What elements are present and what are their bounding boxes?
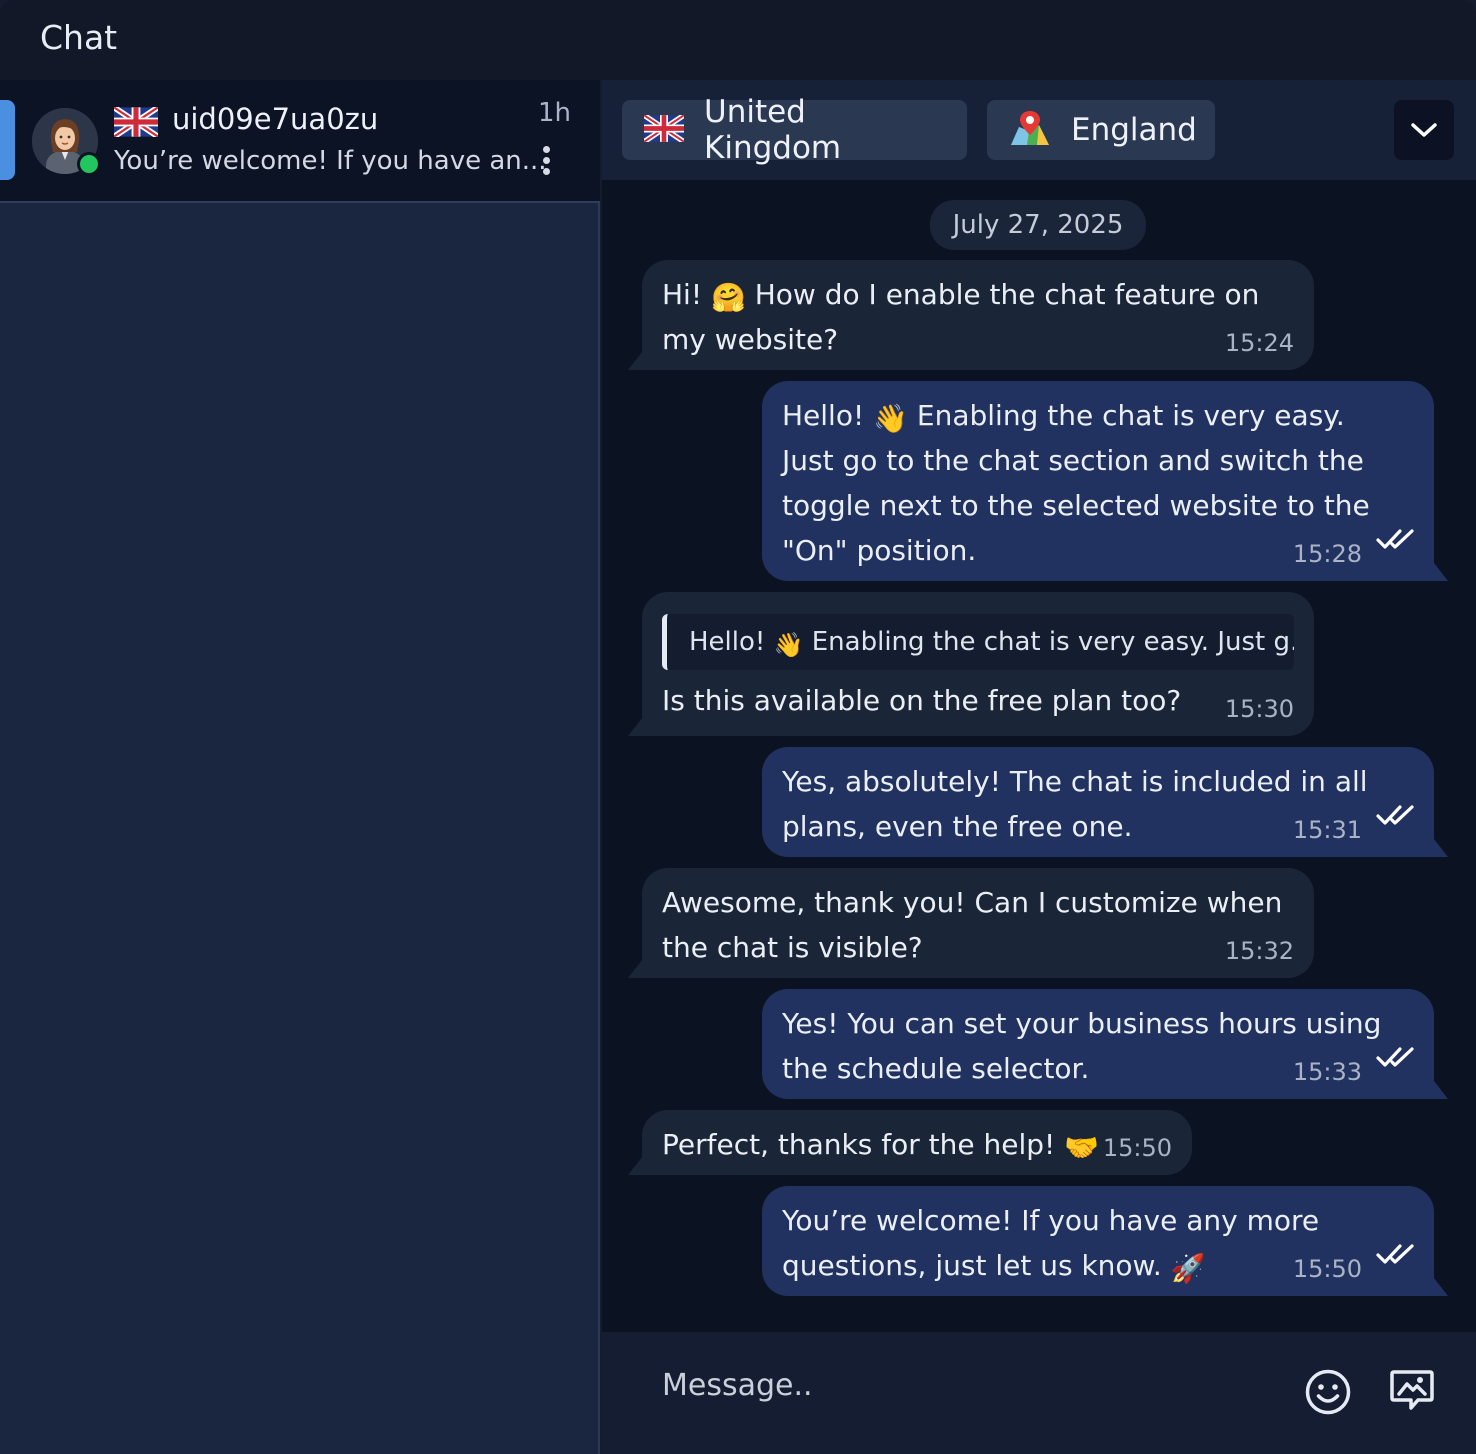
message-outgoing[interactable]: You’re welcome! If you have any more que… <box>762 1186 1448 1296</box>
message-incoming[interactable]: Hello! 👋 Enabling the chat is very easy.… <box>628 592 1314 736</box>
date-separator: July 27, 2025 <box>930 200 1146 250</box>
message-text: Just go to the chat section and switch t… <box>782 444 1364 477</box>
uk-flag-icon <box>642 112 686 146</box>
message-time: 15:50 <box>1102 1134 1172 1162</box>
message-text: questions, just let us know. <box>782 1249 1171 1282</box>
quoted-text: Hello! <box>689 627 774 657</box>
hugging-emoji: 🤗 <box>710 281 746 314</box>
quoted-text: Enabling the chat is very easy. Just g..… <box>803 627 1294 657</box>
message-outgoing[interactable]: Hello! 👋 Enabling the chat is very easy.… <box>762 381 1448 581</box>
quoted-reply[interactable]: Hello! 👋 Enabling the chat is very easy.… <box>662 614 1294 670</box>
chat-panel: United Kingdom England July 27, 2025 Hi!… <box>602 80 1476 1454</box>
country-chip[interactable]: United Kingdom <box>622 94 967 166</box>
image-message-icon[interactable] <box>1388 1366 1436 1418</box>
uk-flag-icon <box>112 104 160 141</box>
message-text: Yes! You can set your business hours usi… <box>782 1007 1382 1040</box>
message-time: 15:28 <box>1292 540 1362 568</box>
message-incoming[interactable]: Perfect, thanks for the help! 🤝 15:50 <box>628 1110 1192 1175</box>
message-outgoing[interactable]: Yes! You can set your business hours usi… <box>762 989 1448 1099</box>
rocket-emoji: 🚀 <box>1170 1252 1206 1285</box>
double-check-icon <box>1376 1233 1416 1278</box>
message-input[interactable]: Message.. <box>662 1368 813 1403</box>
wave-emoji: 👋 <box>873 402 908 435</box>
header-dropdown-button[interactable] <box>1394 100 1454 160</box>
active-indicator <box>0 100 15 180</box>
conversation-sidebar: uid09e7ua0zu 1h You’re welcome! If you h… <box>0 80 600 1454</box>
page-title: Chat <box>40 18 118 57</box>
message-time: 15:33 <box>1292 1058 1362 1086</box>
double-check-icon <box>1376 794 1416 839</box>
region-label: England <box>1071 112 1197 148</box>
conversation-preview: You’re welcome! If you have an... <box>114 146 547 176</box>
message-time: 15:30 <box>1224 695 1294 723</box>
message-text: You’re welcome! If you have any more <box>782 1204 1320 1237</box>
message-text: Is this available on the free plan too? <box>662 684 1182 717</box>
conversation-time: 1h <box>538 98 572 128</box>
top-bar: Chat <box>0 0 1476 80</box>
country-label: United Kingdom <box>704 94 842 166</box>
message-text: the chat is visible? <box>662 931 923 964</box>
message-text: Yes, absolutely! The chat is included in… <box>782 765 1368 798</box>
message-text: How do I enable the chat feature on <box>745 278 1260 311</box>
message-text: Enabling the chat is very easy. <box>907 399 1345 432</box>
message-composer: Message.. <box>602 1332 1476 1454</box>
message-time: 15:32 <box>1224 937 1294 965</box>
message-time: 15:50 <box>1292 1255 1362 1283</box>
smiley-icon[interactable] <box>1304 1368 1352 1420</box>
handshake-emoji: 🤝 <box>1064 1131 1099 1164</box>
double-check-icon <box>1376 1036 1416 1081</box>
wave-emoji: 👋 <box>773 631 804 659</box>
message-text: Awesome, thank you! Can I customize when <box>662 886 1283 919</box>
message-text: toggle next to the selected website to t… <box>782 489 1370 522</box>
conversation-username: uid09e7ua0zu <box>172 102 379 136</box>
chevron-down-icon <box>1411 123 1437 137</box>
map-pin-icon <box>1009 109 1051 151</box>
chat-app: Chat uid09e7ua0zu 1h You’re welcome! If … <box>0 0 1476 1454</box>
more-options-icon[interactable] <box>536 146 556 182</box>
message-text: Hi! <box>662 278 711 311</box>
message-incoming[interactable]: Hi! 🤗 How do I enable the chat feature o… <box>628 260 1314 370</box>
online-status-dot <box>77 152 101 176</box>
region-chip[interactable]: England <box>987 100 1215 160</box>
message-text: my website? <box>662 323 839 356</box>
chat-header: United Kingdom England <box>602 80 1476 180</box>
message-text: Hello! <box>782 399 874 432</box>
conversation-item[interactable]: uid09e7ua0zu 1h You’re welcome! If you h… <box>0 80 600 203</box>
message-time: 15:31 <box>1292 816 1362 844</box>
double-check-icon <box>1376 518 1416 563</box>
message-incoming[interactable]: Awesome, thank you! Can I customize when… <box>628 868 1314 978</box>
message-outgoing[interactable]: Yes, absolutely! The chat is included in… <box>762 747 1448 857</box>
message-time: 15:24 <box>1224 329 1294 357</box>
message-text: Perfect, thanks for the help! <box>662 1128 1065 1161</box>
